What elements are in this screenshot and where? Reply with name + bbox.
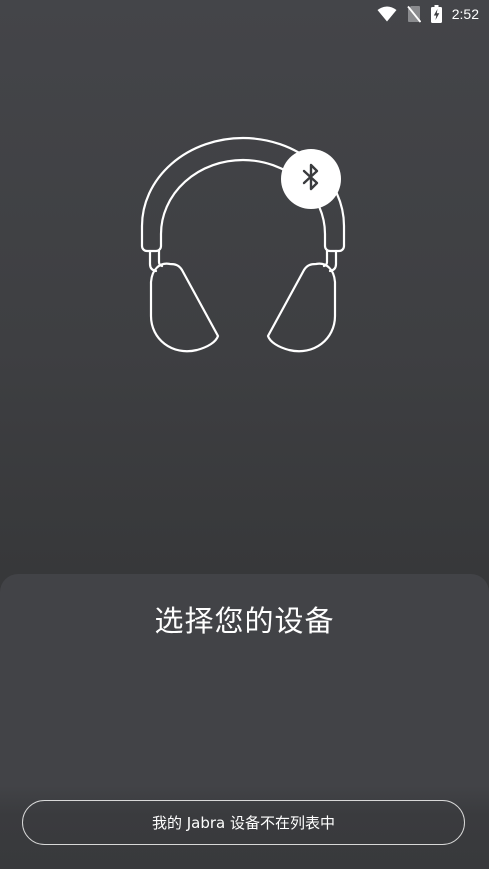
status-time: 2:52 xyxy=(451,6,479,22)
device-not-listed-button[interactable]: 我的 Jabra 设备不在列表中 xyxy=(22,800,465,845)
status-bar: 2:52 xyxy=(0,0,489,28)
bluetooth-icon xyxy=(301,163,321,195)
device-not-listed-label: 我的 Jabra 设备不在列表中 xyxy=(151,814,336,832)
bluetooth-badge xyxy=(281,149,341,209)
wifi-icon xyxy=(377,6,397,22)
no-sim-icon xyxy=(407,5,421,23)
page-title: 选择您的设备 xyxy=(154,604,335,638)
battery-charging-icon xyxy=(430,5,442,23)
status-icons: 2:52 xyxy=(377,4,479,24)
